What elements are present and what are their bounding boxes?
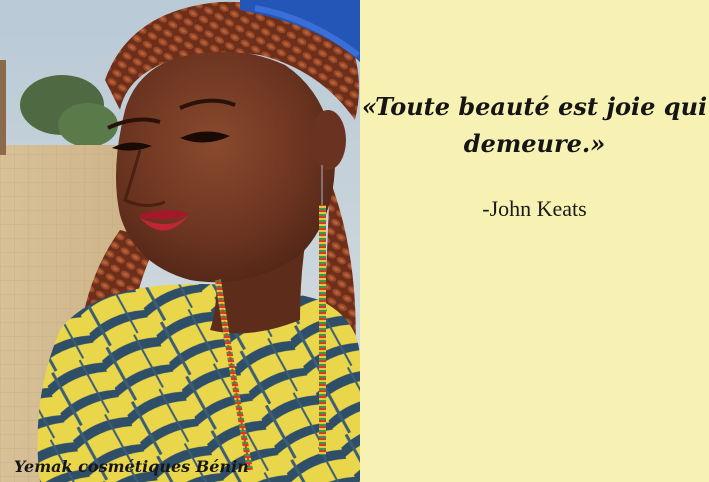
quote-line-2: demeure.»: [463, 129, 606, 158]
portrait-photo: Yemak cosmétiques Bénin: [0, 0, 360, 482]
quote-card: Yemak cosmétiques Bénin «Toute beauté es…: [0, 0, 709, 482]
quote-panel: «Toute beauté est joie qui demeure.» -Jo…: [360, 0, 709, 482]
quote-author: -John Keats: [482, 196, 587, 221]
quote-line-1: «Toute beauté est joie qui: [361, 92, 708, 121]
quote-text: «Toute beauté est joie qui demeure.»: [360, 88, 709, 162]
portrait-illustration: [0, 0, 360, 482]
brand-watermark: Yemak cosmétiques Bénin: [14, 457, 249, 476]
